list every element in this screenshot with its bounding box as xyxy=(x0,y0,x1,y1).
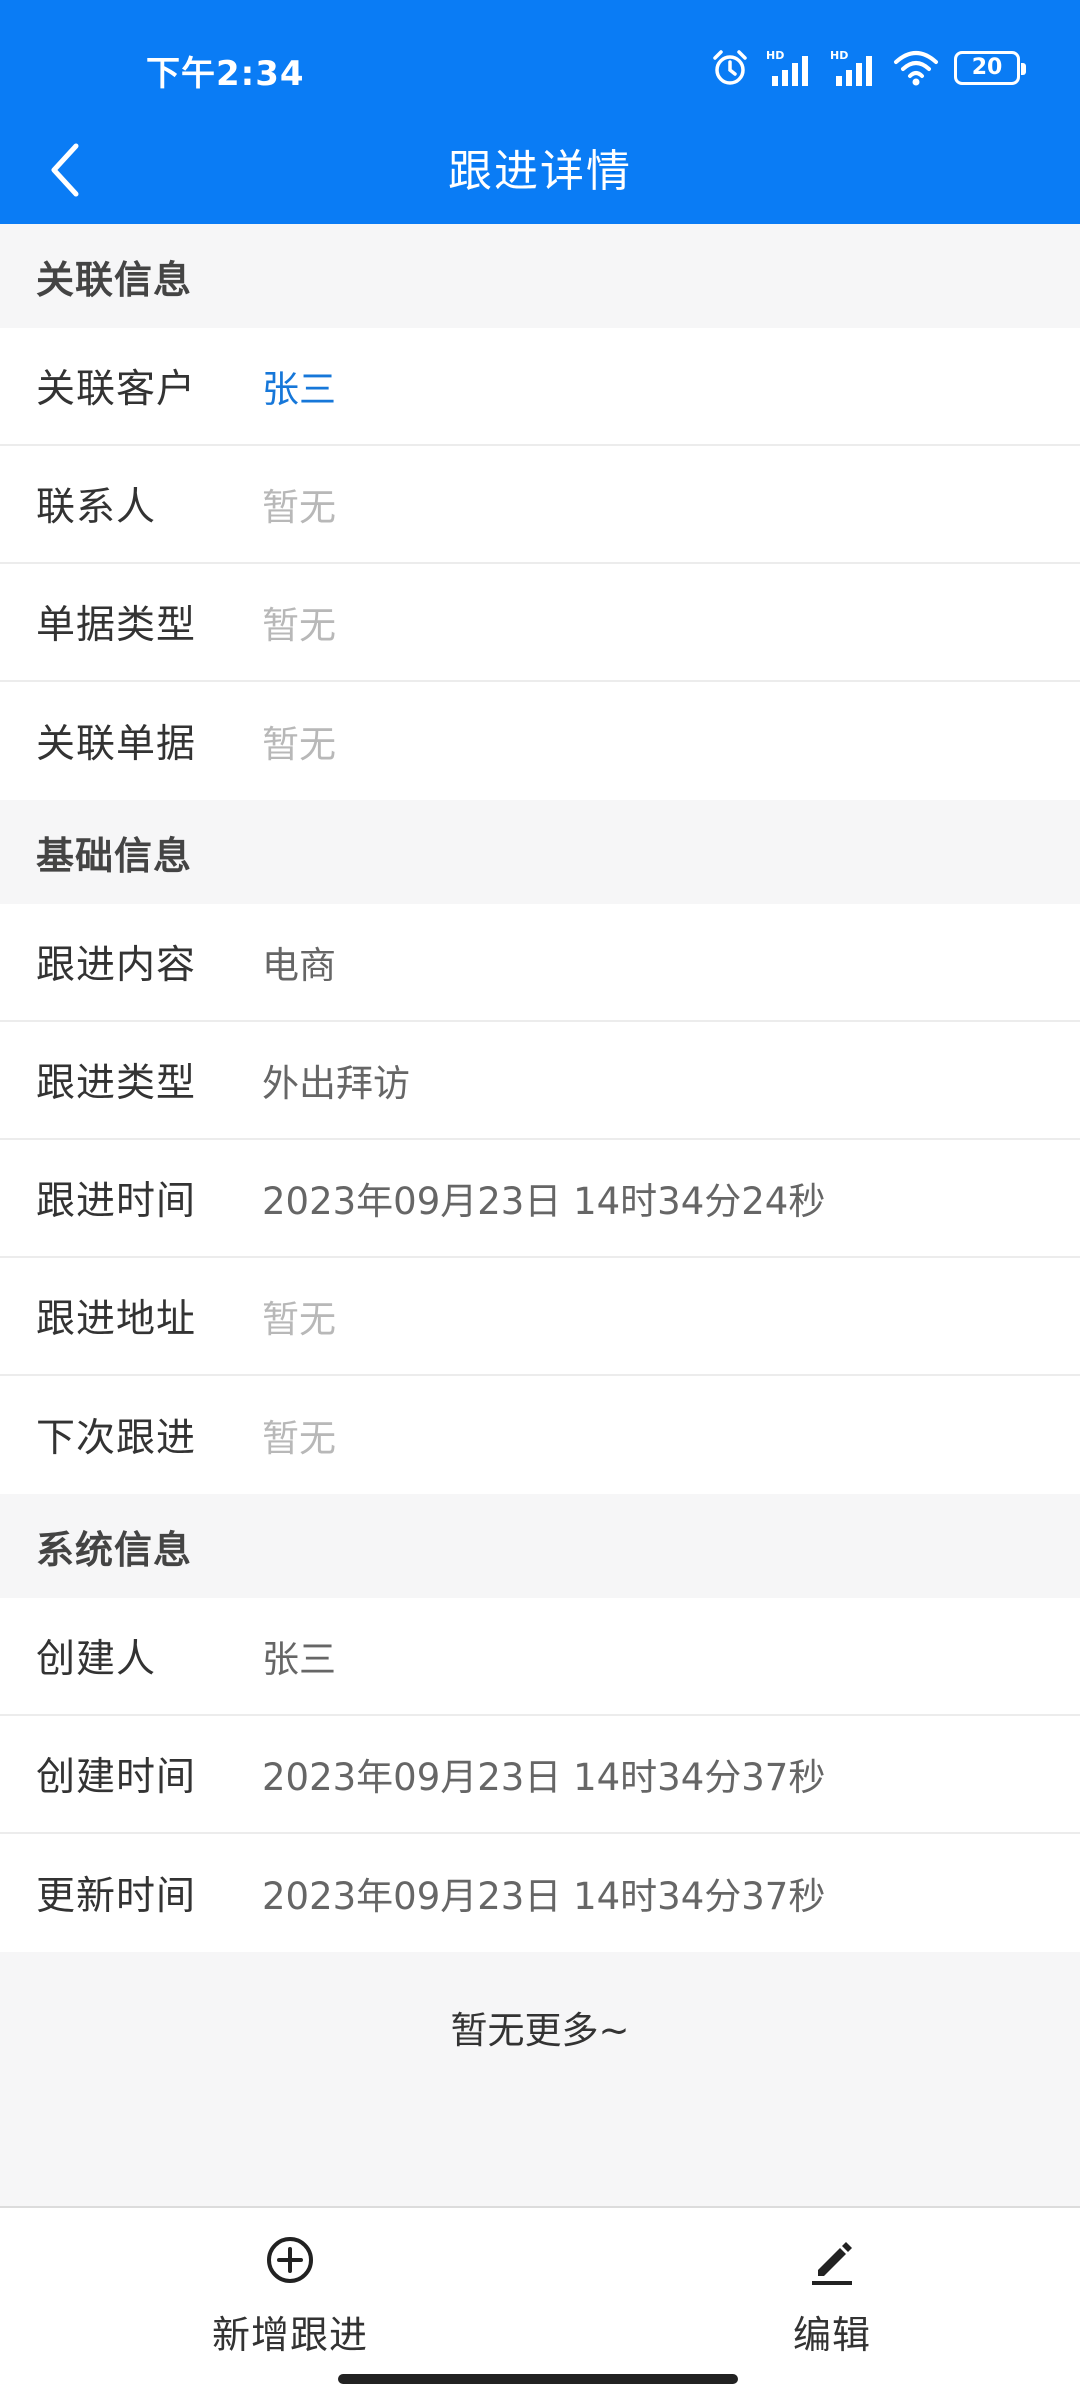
status-icons: HD HD 20 xyxy=(710,48,1026,88)
status-bar: 下午2:34 HD HD 20 xyxy=(0,0,1080,140)
row-label: 跟进地址 xyxy=(36,1297,197,1342)
row-value: 暂无 xyxy=(262,486,336,529)
row-created-time: 创建时间 2023年09月23日 14时34分37秒 xyxy=(0,1716,1080,1834)
svg-text:HD: HD xyxy=(830,49,848,62)
row-next-follow: 下次跟进 暂无 xyxy=(0,1376,1080,1494)
row-follow-address: 跟进地址 暂无 xyxy=(0,1258,1080,1376)
hd-signal-icon: HD xyxy=(764,48,814,88)
customer-link[interactable]: 张三 xyxy=(262,359,336,413)
row-value: 2023年09月23日 14时34分24秒 xyxy=(262,1180,826,1223)
row-value: 2023年09月23日 14时34分37秒 xyxy=(262,1756,826,1799)
row-creator: 创建人 张三 xyxy=(0,1598,1080,1716)
no-more-text: 暂无更多~ xyxy=(450,2009,630,2052)
row-contact: 联系人 暂无 xyxy=(0,446,1080,564)
row-value: 2023年09月23日 14时34分37秒 xyxy=(262,1875,826,1918)
row-label: 跟进内容 xyxy=(36,943,197,988)
svg-text:HD: HD xyxy=(766,49,784,62)
row-label: 创建时间 xyxy=(36,1755,197,1800)
hd-signal-icon: HD xyxy=(828,48,878,88)
row-label: 更新时间 xyxy=(36,1874,197,1919)
home-indicator[interactable] xyxy=(338,2374,738,2384)
row-label: 关联客户 xyxy=(36,367,197,412)
row-value: 电商 xyxy=(262,944,336,987)
wifi-icon xyxy=(892,48,940,88)
section-system-title: 系统信息 xyxy=(0,1494,1080,1598)
row-document-type: 单据类型 暂无 xyxy=(0,564,1080,682)
battery-icon: 20 xyxy=(954,51,1026,85)
row-value: 暂无 xyxy=(262,1417,336,1460)
row-value: 暂无 xyxy=(262,723,336,766)
row-follow-content: 跟进内容 电商 xyxy=(0,904,1080,1022)
add-follow-up-button[interactable]: 新增跟进 xyxy=(140,2228,440,2359)
row-related-document: 关联单据 暂无 xyxy=(0,682,1080,800)
row-value: 外出拜访 xyxy=(262,1062,410,1105)
status-time: 下午2:34 xyxy=(146,54,305,94)
row-label: 联系人 xyxy=(36,485,157,530)
nav-bar: 跟进详情 xyxy=(0,120,1080,224)
row-follow-type: 跟进类型 外出拜访 xyxy=(0,1022,1080,1140)
pencil-icon xyxy=(800,2228,864,2292)
row-value: 暂无 xyxy=(262,1298,336,1341)
section-related-title: 关联信息 xyxy=(0,224,1080,328)
detail-content: 关联信息 关联客户 张三 联系人 暂无 单据类型 暂无 关联单据 暂无 基础信息… xyxy=(0,224,1080,2102)
row-label: 单据类型 xyxy=(36,603,197,648)
app-header: 下午2:34 HD HD 20 跟进详情 xyxy=(0,0,1080,224)
row-label: 跟进时间 xyxy=(36,1179,197,1224)
plus-circle-icon xyxy=(258,2228,322,2292)
section-basic-title: 基础信息 xyxy=(0,800,1080,904)
page-title: 跟进详情 xyxy=(448,146,632,197)
alarm-icon xyxy=(710,48,750,88)
bottom-action-bar: 新增跟进 编辑 xyxy=(0,2206,1080,2400)
edit-button[interactable]: 编辑 xyxy=(682,2228,982,2359)
row-value: 暂无 xyxy=(262,604,336,647)
row-label: 下次跟进 xyxy=(36,1416,197,1461)
row-updated-time: 更新时间 2023年09月23日 14时34分37秒 xyxy=(0,1834,1080,1952)
battery-level: 20 xyxy=(971,55,1003,80)
edit-label: 编辑 xyxy=(792,2313,871,2357)
follow-up-detail-page: 下午2:34 HD HD 20 跟进详情 关联信息 关联客户 张三 联系人 暂无… xyxy=(0,0,1080,2400)
add-follow-up-label: 新增跟进 xyxy=(211,2313,368,2357)
row-label: 创建人 xyxy=(36,1637,157,1682)
row-label: 关联单据 xyxy=(36,722,197,767)
row-follow-time: 跟进时间 2023年09月23日 14时34分24秒 xyxy=(0,1140,1080,1258)
row-value: 张三 xyxy=(262,1638,336,1681)
row-related-customer: 关联客户 张三 xyxy=(0,328,1080,446)
row-label: 跟进类型 xyxy=(36,1061,197,1106)
